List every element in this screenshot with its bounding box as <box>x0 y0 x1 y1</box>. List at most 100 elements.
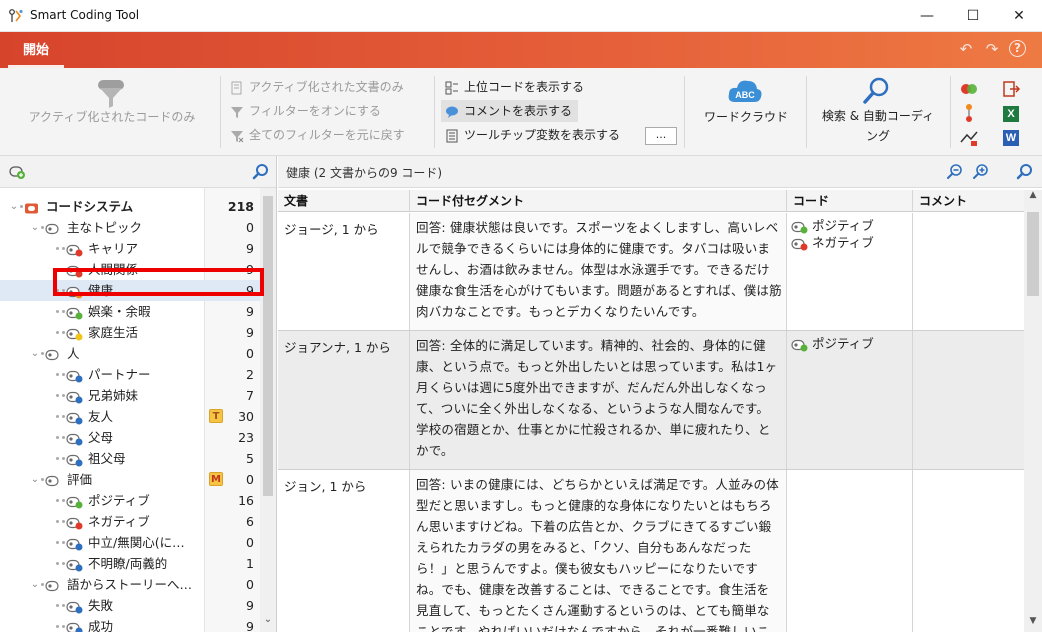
comment-cell[interactable] <box>913 331 1024 469</box>
help-icon[interactable]: ? <box>1009 40 1026 57</box>
code-item[interactable]: ポジティブ <box>791 217 874 234</box>
column-header-comment[interactable]: コメント <box>913 190 1024 212</box>
text-badge-icon[interactable]: T <box>209 409 223 423</box>
tree-item[interactable]: 父母 23 <box>0 427 260 448</box>
tree-item-label: 兄弟姉妹 <box>88 388 139 403</box>
search-autocode-button[interactable]: 検索 & 自動コーディ ング <box>812 106 944 146</box>
tree-item[interactable]: 失敗 9 <box>0 595 260 616</box>
code-icon <box>791 339 809 351</box>
tree-item[interactable]: ⌄ 語からストーリーへ… 0 <box>0 574 260 595</box>
tree-item-count: 2 <box>246 367 254 382</box>
chevron-down-icon[interactable]: ⌄ <box>29 469 41 490</box>
tree-bullet <box>62 541 65 544</box>
code-item[interactable]: ポジティブ <box>791 335 874 352</box>
filter-on-button[interactable]: フィルターをオンにする <box>230 100 381 122</box>
tree-item-count: 6 <box>246 514 254 529</box>
scroll-up-arrow-icon[interactable]: ▲ <box>1025 190 1041 204</box>
minimize-button[interactable]: — <box>904 0 950 32</box>
doc-name: ジョン, 1 から <box>284 479 367 494</box>
tree-item[interactable]: 兄弟姉妹 7 <box>0 385 260 406</box>
tree-bullet <box>62 604 65 607</box>
tree-item-label: 家庭生活 <box>88 325 139 340</box>
chevron-down-icon[interactable]: ⌄ <box>8 196 20 217</box>
activated-docs-only-button[interactable]: アクティブ化された文書のみ <box>230 76 404 98</box>
comment-cell[interactable] <box>913 213 1024 330</box>
top-codes-icon <box>445 81 458 94</box>
zoom-out-icon[interactable] <box>946 163 964 181</box>
code-icon <box>45 221 63 235</box>
tooltip-vars-more-button[interactable]: ... <box>645 127 677 145</box>
tree-item-label: 祖父母 <box>88 451 126 466</box>
table-row[interactable]: ジョン, 1 から 回答: いまの健康には、どちらかといえば満足です。人並みの体型… <box>278 470 1024 632</box>
undo-icon[interactable]: ↶ <box>957 40 975 58</box>
reset-filters-button[interactable]: 全てのフィルターを元に戻す <box>230 124 405 146</box>
code-chart-icon[interactable] <box>958 126 980 148</box>
chevron-down-icon[interactable]: ⌄ <box>29 574 41 595</box>
tree-item[interactable]: 友人 30 T <box>0 406 260 427</box>
maximize-button[interactable]: ☐ <box>950 0 996 32</box>
show-tooltip-vars-button[interactable]: ツールチップ変数を表示する <box>445 124 620 146</box>
chevron-down-icon[interactable]: ⌄ <box>29 217 41 238</box>
funnel-code-icon <box>98 80 124 108</box>
scroll-down-arrow-icon[interactable]: ▼ <box>1025 616 1041 630</box>
tree-bullet <box>62 457 65 460</box>
tree-item-label: ネガティブ <box>88 514 150 529</box>
tree-item[interactable]: 娯楽・余暇 9 <box>0 301 260 322</box>
new-code-icon[interactable] <box>8 164 26 180</box>
show-comments-button[interactable]: コメントを表示する <box>441 100 579 122</box>
redo-icon[interactable]: ↷ <box>983 40 1001 58</box>
table-row[interactable]: ジョージ, 1 から 回答: 健康状態は良いです。スポーツをよくしますし、高いレベ… <box>278 213 1024 331</box>
excel-export-icon[interactable]: X <box>1000 102 1022 124</box>
tree-item[interactable]: 祖父母 5 <box>0 448 260 469</box>
tree-leaf-dot <box>56 394 59 397</box>
tree-item-count: 0 <box>246 577 254 592</box>
search-icon[interactable] <box>1016 163 1034 181</box>
tree-item[interactable]: ⌄ 人 0 <box>0 343 260 364</box>
activated-codes-only-button[interactable]: アクティブ化されたコードのみ <box>12 108 212 125</box>
tree-scrollbar-thumb[interactable] <box>263 196 273 496</box>
code-icon <box>791 221 809 233</box>
segments-scrollbar-thumb[interactable] <box>1027 212 1039 296</box>
column-header-doc[interactable]: 文書 <box>278 190 410 212</box>
tree-item[interactable]: 成功 9 <box>0 616 260 632</box>
wordcloud-icon[interactable]: ABC <box>727 76 763 108</box>
comment-cell[interactable] <box>913 470 1024 632</box>
tooltip-vars-icon <box>446 129 458 142</box>
column-header-code[interactable]: コード <box>787 190 913 212</box>
zoom-in-icon[interactable] <box>972 163 990 181</box>
tree-item[interactable]: ネガティブ 6 <box>0 511 260 532</box>
tree-item[interactable]: 不明瞭/両義的 1 <box>0 553 260 574</box>
code-icon <box>45 578 63 592</box>
scroll-down-arrow-icon[interactable]: ⌄ <box>261 614 275 628</box>
search-autocode-icon[interactable] <box>862 76 892 106</box>
comment-icon <box>446 106 458 118</box>
tree-item[interactable]: ⌄ 主なトピック 0 <box>0 217 260 238</box>
tree-item-count: 16 <box>238 493 254 508</box>
chevron-down-icon[interactable]: ⌄ <box>29 343 41 364</box>
wordcloud-button[interactable]: ワードクラウド <box>696 108 796 125</box>
export-icon[interactable] <box>1000 78 1022 100</box>
search-icon[interactable] <box>252 163 270 181</box>
tab-start[interactable]: 開始 <box>8 32 64 68</box>
close-button[interactable]: ✕ <box>996 0 1042 32</box>
tree-item[interactable]: パートナー 2 <box>0 364 260 385</box>
tree-item[interactable]: 家庭生活 9 <box>0 322 260 343</box>
code-item[interactable]: ネガティブ <box>791 234 874 251</box>
table-row[interactable]: ジョアンナ, 1 から 回答: 全体的に満足しています。精神的、社会的、身体的に健… <box>278 331 1024 470</box>
tree-item[interactable]: 中立/無関心(に… 0 <box>0 532 260 553</box>
tree-item[interactable]: ⌄ 評価 0 M <box>0 469 260 490</box>
memo-badge-icon[interactable]: M <box>209 472 223 486</box>
word-export-icon[interactable]: W <box>1000 126 1022 148</box>
tree-item[interactable]: ⌄ コードシステム 218 <box>0 196 260 217</box>
code-icon <box>66 326 84 341</box>
show-top-codes-button[interactable]: 上位コードを表示する <box>445 76 584 98</box>
code-colors-icon[interactable] <box>958 78 980 100</box>
tree-item[interactable]: ポジティブ 16 <box>0 490 260 511</box>
tree-item[interactable]: キャリア 9 <box>0 238 260 259</box>
column-header-segment[interactable]: コード付セグメント <box>410 190 787 212</box>
code-relations-icon[interactable] <box>958 102 980 124</box>
tree-bullet <box>62 394 65 397</box>
tree-item-count: 1 <box>246 556 254 571</box>
tree-bullet <box>62 310 65 313</box>
tree-leaf-dot <box>56 562 59 565</box>
